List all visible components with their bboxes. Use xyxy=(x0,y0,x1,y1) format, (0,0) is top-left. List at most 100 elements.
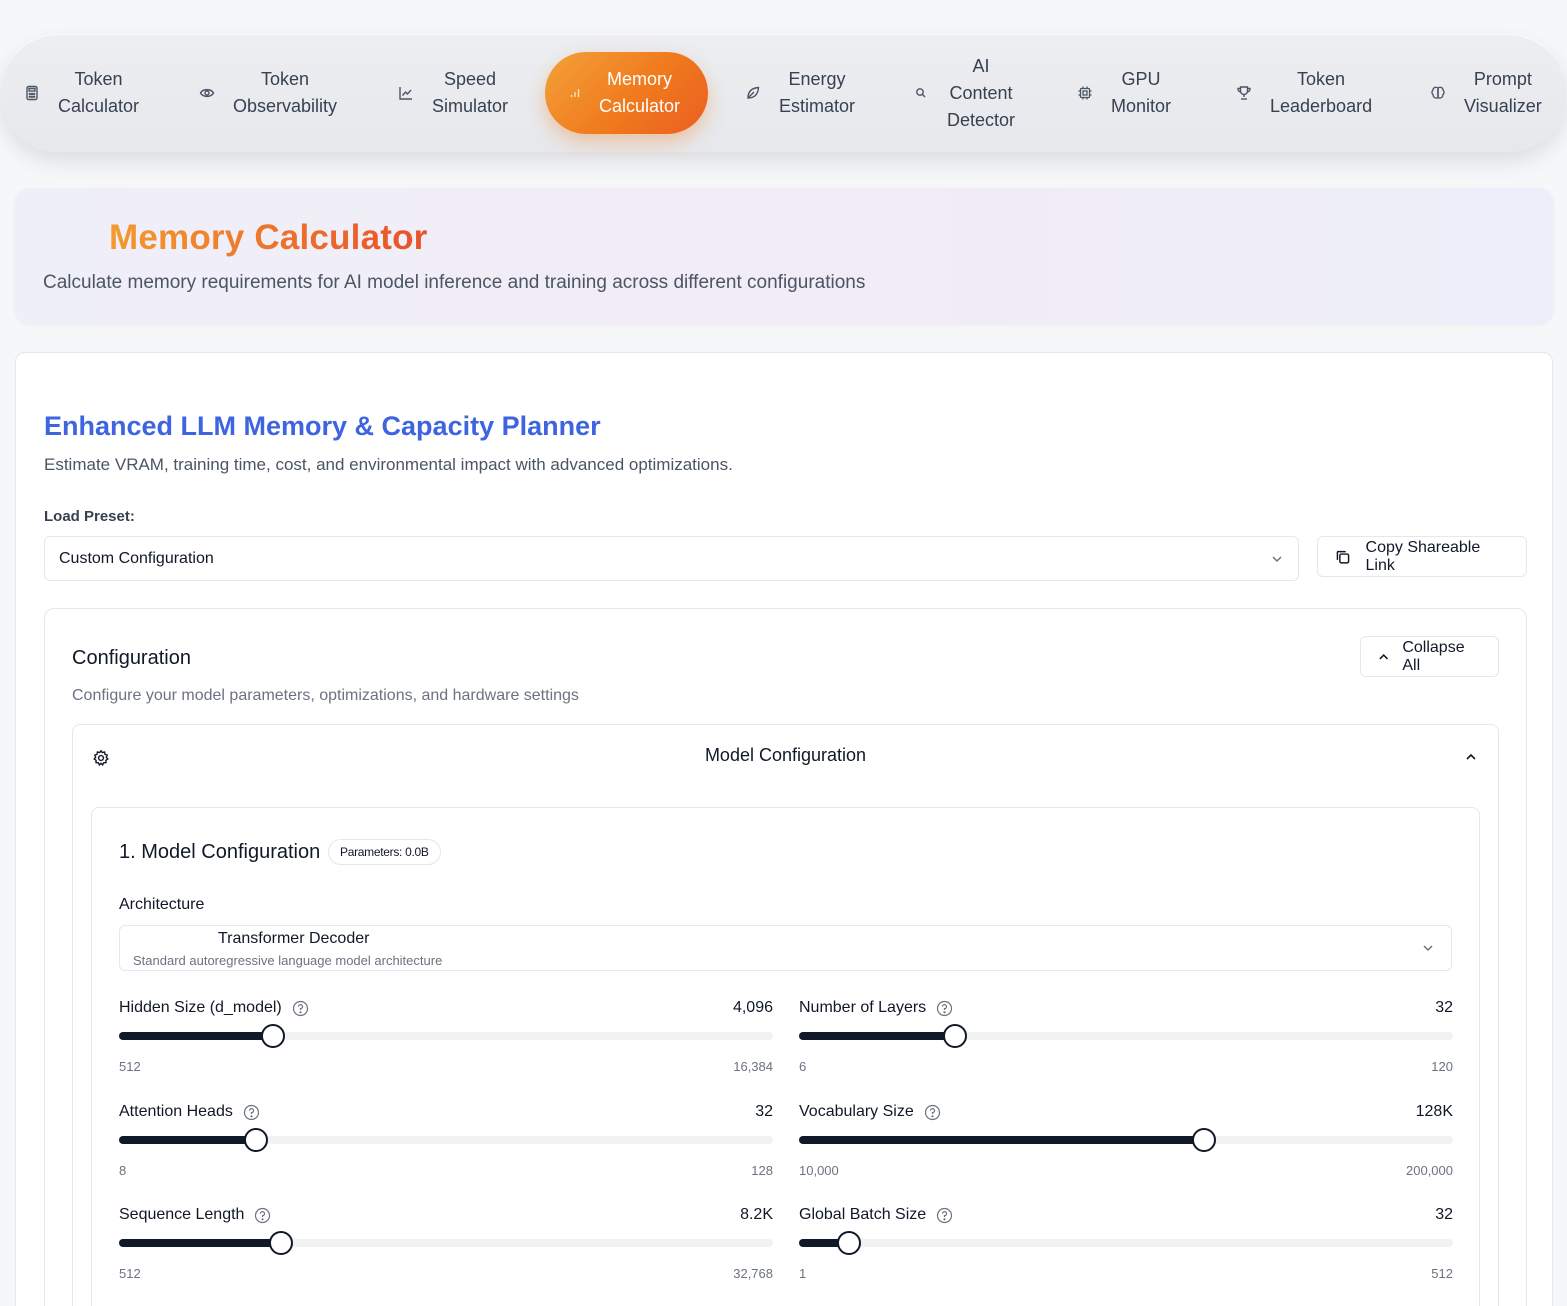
slider-track[interactable] xyxy=(119,1231,773,1255)
slider-max: 512 xyxy=(1431,1266,1453,1281)
help-circle-icon[interactable] xyxy=(254,1207,271,1224)
collapse-all-button[interactable]: Collapse All xyxy=(1360,636,1499,677)
page-title: Memory Calculator xyxy=(109,218,428,257)
slider-min: 1 xyxy=(799,1266,807,1281)
slider-label: Sequence Length xyxy=(119,1206,245,1223)
eye-icon xyxy=(199,88,215,98)
architecture-select[interactable]: Transformer Decoder Standard autoregress… xyxy=(119,925,1452,971)
slider-thumb[interactable] xyxy=(836,1231,861,1255)
slider-max: 16,384 xyxy=(733,1059,773,1074)
slider-track[interactable] xyxy=(119,1024,773,1048)
slider-label: Global Batch Size xyxy=(799,1206,927,1223)
help-circle-icon[interactable] xyxy=(924,1104,941,1121)
bar-chart-icon xyxy=(66,226,88,250)
nav-item-energy-estimator[interactable]: Energy Estimator xyxy=(745,34,855,152)
slider-thumb[interactable] xyxy=(268,1231,293,1255)
chevron-up-icon xyxy=(1466,753,1476,760)
chevron-down-icon xyxy=(1272,555,1282,562)
slider-fill xyxy=(799,1136,1204,1144)
planner-card: Enhanced LLM Memory & Capacity Planner E… xyxy=(15,352,1553,1306)
copy-link-label: Copy Shareable Link xyxy=(1365,538,1481,574)
section-title: 1. Model Configuration xyxy=(119,841,321,863)
nav-item-token-observability[interactable]: Token Observability xyxy=(199,34,337,152)
slider-min: 512 xyxy=(119,1059,141,1074)
slider-track[interactable] xyxy=(119,1128,773,1152)
slider-label: Vocabulary Size xyxy=(799,1103,914,1120)
nav-label: AI Content Detector xyxy=(947,55,1016,130)
planner-subtitle: Estimate VRAM, training time, cost, and … xyxy=(44,455,733,474)
slider-label: Number of Layers xyxy=(799,999,927,1016)
nav-item-token-calculator[interactable]: Token Calculator xyxy=(24,34,139,152)
preset-value: Custom Configuration xyxy=(59,549,214,567)
nav-label: Memory Calculator xyxy=(599,69,681,116)
configuration-subtitle: Configure your model parameters, optimiz… xyxy=(72,687,579,704)
nav-label: Energy Estimator xyxy=(779,69,856,116)
architecture-description: Standard autoregressive language model a… xyxy=(133,953,443,968)
configuration-card: Configuration Configure your model param… xyxy=(44,608,1527,1306)
slider-max: 200,000 xyxy=(1406,1163,1453,1178)
nav-item-prompt-visualizer[interactable]: Prompt Visualizer xyxy=(1430,34,1542,152)
nav-item-gpu-monitor[interactable]: GPU Monitor xyxy=(1077,34,1171,152)
slider-attention-heads: Attention Heads 32 8 128 xyxy=(119,1103,773,1183)
slider-track[interactable] xyxy=(799,1024,1453,1048)
slider-thumb[interactable] xyxy=(942,1024,967,1048)
help-circle-icon[interactable] xyxy=(936,1207,953,1224)
slider-min: 8 xyxy=(119,1163,127,1178)
slider-thumb[interactable] xyxy=(244,1128,269,1152)
configuration-title: Configuration xyxy=(72,647,191,669)
copy-icon xyxy=(1336,550,1350,564)
nav-item-memory-calculator[interactable]: Memory Calculator xyxy=(545,52,709,134)
model-configuration-section: 1. Model Configuration Parameters: 0.0B … xyxy=(91,807,1480,1306)
help-circle-icon[interactable] xyxy=(243,1104,260,1121)
brain-icon xyxy=(1431,86,1445,99)
chevron-up-icon xyxy=(1379,653,1389,659)
trophy-icon xyxy=(1237,86,1251,100)
slider-track[interactable] xyxy=(799,1128,1453,1152)
calculator-icon xyxy=(26,85,38,101)
slider-min: 6 xyxy=(799,1059,807,1074)
preset-select[interactable]: Custom Configuration xyxy=(44,536,1299,581)
slider-sequence-length: Sequence Length 8.2K 512 32,768 xyxy=(119,1206,773,1286)
collapse-all-label: Collapse All xyxy=(1402,638,1465,674)
architecture-label: Architecture xyxy=(119,896,205,913)
slider-track[interactable] xyxy=(799,1231,1453,1255)
page-subtitle: Calculate memory requirements for AI mod… xyxy=(43,272,866,293)
slider-max: 120 xyxy=(1431,1059,1453,1074)
line-chart-icon xyxy=(399,87,412,100)
slider-max: 128 xyxy=(751,1163,773,1178)
leaf-icon xyxy=(747,86,760,99)
slider-number-of-layers: Number of Layers 32 6 120 xyxy=(799,999,1453,1079)
slider-max: 32,768 xyxy=(733,1266,773,1281)
nav-item-speed-simulator[interactable]: Speed Simulator xyxy=(398,34,508,152)
slider-fill xyxy=(119,1136,257,1144)
cpu-icon xyxy=(1078,86,1092,100)
slider-vocabulary-size: Vocabulary Size 128K 10,000 200,000 xyxy=(799,1103,1453,1183)
accordion-header[interactable]: Model Configuration xyxy=(73,725,1498,789)
slider-fill xyxy=(119,1032,273,1040)
slider-thumb[interactable] xyxy=(260,1024,285,1048)
nav-item-token-leaderboard[interactable]: Token Leaderboard xyxy=(1236,34,1372,152)
slider-value: 32 xyxy=(1435,1206,1453,1223)
slider-fill xyxy=(119,1239,281,1247)
planner-title: Enhanced LLM Memory & Capacity Planner xyxy=(44,411,601,441)
slider-global-batch-size: Global Batch Size 32 1 512 xyxy=(799,1206,1453,1286)
slider-value: 32 xyxy=(1435,999,1453,1016)
search-icon xyxy=(916,88,926,98)
copy-shareable-link-button[interactable]: Copy Shareable Link xyxy=(1317,536,1527,577)
parameters-badge: Parameters: 0.0B xyxy=(328,839,441,865)
slider-value: 8.2K xyxy=(740,1206,773,1223)
page-title-row: Memory Calculator xyxy=(63,218,428,258)
slider-thumb[interactable] xyxy=(1191,1128,1216,1152)
architecture-value: Transformer Decoder xyxy=(218,930,370,947)
nav-label: Speed Simulator xyxy=(432,69,509,116)
nav-item-ai-content-detector[interactable]: AI Content Detector xyxy=(913,34,1015,152)
top-navigation: Token Calculator Token Observability Speed… xyxy=(0,34,1567,152)
nav-label: Token Observability xyxy=(233,69,338,116)
help-circle-icon[interactable] xyxy=(936,1000,953,1017)
slider-label: Hidden Size (d_model) xyxy=(119,999,282,1016)
nav-label: Token Calculator xyxy=(58,69,140,116)
slider-min: 10,000 xyxy=(799,1163,839,1178)
nav-label: GPU Monitor xyxy=(1111,69,1172,116)
model-configuration-accordion: Model Configuration 1. Model Configurati… xyxy=(72,724,1499,1306)
help-circle-icon[interactable] xyxy=(292,1000,309,1017)
